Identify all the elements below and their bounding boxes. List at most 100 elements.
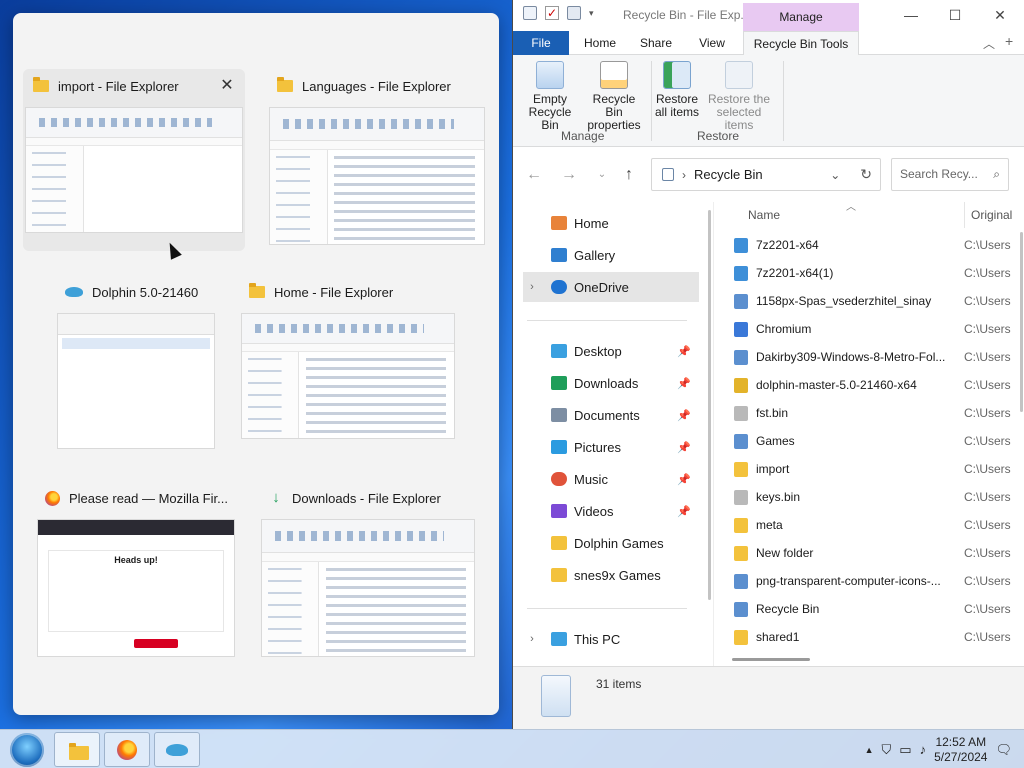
tab-recycle-bin-tools[interactable]: Recycle Bin Tools [743,31,859,56]
start-button[interactable] [10,733,44,767]
nav-item-snes9x-games[interactable]: snes9x Games [523,560,699,590]
tab-file[interactable]: File [513,31,569,55]
forward-button[interactable]: → [558,165,580,185]
maximize-button[interactable]: ☐ [940,4,970,26]
file-name: Chromium [756,322,812,336]
nav-item-this-pc[interactable]: › This PC [523,624,699,654]
restore-all-items-button[interactable]: Restore all items [653,61,701,119]
nav-item-music[interactable]: Music 📌 [523,464,699,494]
file-row[interactable]: Games C:\Users [734,427,1024,455]
show-hidden-icons[interactable]: ▲ [865,745,874,755]
file-row[interactable]: Dakirby309-Windows-8-Metro-Fol... C:\User… [734,343,1024,371]
tab-home[interactable]: Home [575,31,625,55]
taskbar-firefox[interactable] [104,732,150,767]
file-original-location: C:\Users [964,518,1011,532]
help-icon[interactable]: + [1005,33,1013,49]
file-row[interactable]: Chromium C:\Users [734,315,1024,343]
switcher-window-import[interactable]: import - File Explorer ✕ [23,69,245,260]
expand-chevron-icon[interactable]: › [523,281,541,293]
recycle-bin-properties-button[interactable]: Recycle Bin properties [583,61,645,132]
file-row[interactable]: dolphin-master-5.0-21460-x64 C:\Users [734,371,1024,399]
file-name: fst.bin [756,406,789,420]
close-button[interactable]: ✕ [985,4,1015,26]
column-header-name[interactable]: Name [748,202,780,228]
close-icon[interactable]: ✕ [219,78,235,94]
nav-item-documents[interactable]: Documents 📌 [523,400,699,430]
refresh-icon[interactable]: ↻ [848,166,880,183]
expand-chevron-icon[interactable]: › [523,633,541,645]
switcher-window-dolphin[interactable]: Dolphin 5.0-21460 [55,275,217,453]
switcher-window-home[interactable]: Home - File Explorer [239,275,457,453]
taskbar-dolphin[interactable] [154,732,200,767]
address-bar[interactable]: › Recycle Bin ⌄ ↻ [651,158,881,191]
file-row[interactable]: 7z2201-x64 C:\Users [734,231,1024,259]
status-bar: 31 items [513,666,1024,729]
folder-icon [551,536,567,550]
tab-view[interactable]: View [687,31,737,55]
nav-label: OneDrive [574,279,629,295]
sort-ascending-icon: ︿ [846,202,856,213]
nav-pane-scrollbar[interactable] [708,210,711,600]
breadcrumb-location[interactable]: Recycle Bin [694,167,763,182]
nav-label: Desktop [574,343,622,359]
window-title: Recycle Bin - File Exp... [623,8,751,22]
nav-item-videos[interactable]: Videos 📌 [523,496,699,526]
new-folder-icon[interactable] [567,6,581,20]
file-row[interactable]: New folder C:\Users [734,539,1024,567]
switcher-window-firefox[interactable]: Please read — Mozilla Fir... Heads up! [35,481,237,663]
restore-selected-items-button[interactable]: Restore the selected items [703,61,775,132]
address-dropdown-icon[interactable]: ⌄ [830,168,840,182]
file-icon [734,489,748,505]
nav-label: Music [574,471,608,487]
file-list-scrollbar[interactable] [1020,232,1023,412]
search-input[interactable]: Search Recy... ⌕ [891,158,1009,191]
chromium-icon [734,321,748,337]
nav-item-downloads[interactable]: Downloads 📌 [523,368,699,398]
notification-icon[interactable]: 🗨 [995,742,1012,758]
horizontal-scrollbar[interactable] [732,658,810,661]
file-row[interactable]: 1158px-Spas_vsederzhitel_sinay C:\Users [734,287,1024,315]
nav-item-onedrive[interactable]: › OneDrive [523,272,699,302]
window-title: Home - File Explorer [274,284,394,300]
recent-locations-icon[interactable]: ⌄ [591,165,613,185]
file-row[interactable]: meta C:\Users [734,511,1024,539]
file-row[interactable]: Recycle Bin C:\Users [734,595,1024,623]
nav-item-home[interactable]: Home [523,208,699,238]
file-row[interactable]: png-transparent-computer-icons-... C:\Use… [734,567,1024,595]
collapse-ribbon-icon[interactable]: ︿ [983,35,995,52]
empty-recycle-bin-button[interactable]: Empty Recycle Bin [519,61,581,132]
network-icon[interactable]: ⛉ [882,742,892,758]
restore-icon [663,61,691,89]
properties-icon[interactable]: ✓ [545,6,559,20]
file-row[interactable]: shared1 C:\Users [734,623,1024,651]
group-label-restore: Restore [697,129,740,143]
switcher-window-languages[interactable]: Languages - File Explorer [267,69,489,251]
clock[interactable]: 12:52 AM 5/27/2024 [934,735,987,765]
clock-date: 5/27/2024 [934,749,988,764]
column-header-original[interactable]: Original [964,202,1012,228]
sound-icon[interactable]: ♪ [920,742,927,757]
nav-item-pictures[interactable]: Pictures 📌 [523,432,699,462]
nav-item-dolphin-games[interactable]: Dolphin Games [523,528,699,558]
tab-share[interactable]: Share [631,31,681,55]
file-row[interactable]: fst.bin C:\Users [734,399,1024,427]
file-row[interactable]: import C:\Users [734,455,1024,483]
file-name: png-transparent-computer-icons-... [756,574,941,588]
manage-context-tab[interactable]: Manage [743,3,859,31]
dolphin-icon [65,287,83,297]
file-original-location: C:\Users [964,406,1011,420]
minimize-button[interactable]: — [896,4,926,26]
switcher-window-downloads[interactable]: ↓ Downloads - File Explorer [259,481,477,663]
nav-item-gallery[interactable]: Gallery [523,240,699,270]
back-button[interactable]: ← [523,165,545,185]
folder-icon [33,77,49,92]
up-button[interactable]: ↑ [618,165,640,185]
file-row[interactable]: keys.bin C:\Users [734,483,1024,511]
firefox-icon [45,490,60,506]
nav-item-desktop[interactable]: Desktop 📌 [523,336,699,366]
qat-dropdown-icon[interactable]: ▾ [589,8,594,19]
home-icon [551,216,567,230]
taskbar-file-explorer[interactable] [54,732,100,767]
display-icon[interactable]: ▭ [899,742,911,758]
file-row[interactable]: 7z2201-x64(1) C:\Users [734,259,1024,287]
